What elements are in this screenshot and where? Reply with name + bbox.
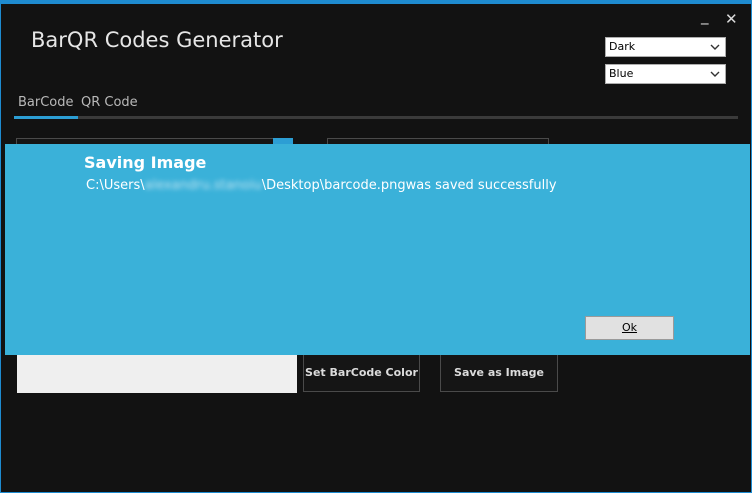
- set-barcode-color-button[interactable]: Set BarCode Color: [303, 353, 420, 392]
- tab-qrcode[interactable]: QR Code: [81, 95, 138, 110]
- tab-underline-track: [14, 116, 738, 119]
- message-path-prefix: C:\Users\: [86, 178, 145, 193]
- minimize-button[interactable]: _: [701, 9, 709, 24]
- message-username-blurred: alexandru.stanoiu: [144, 178, 262, 193]
- accent-select-value: Blue: [609, 67, 634, 80]
- tab-barcode[interactable]: BarCode: [18, 95, 74, 110]
- theme-select-value: Dark: [609, 40, 636, 53]
- tab-active-indicator: [14, 116, 78, 119]
- ok-button[interactable]: Ok: [585, 316, 674, 340]
- dialog-message: C:\Users\alexandru.stanoiu\Desktop\barco…: [86, 178, 557, 193]
- theme-select[interactable]: Dark: [605, 37, 726, 57]
- close-button[interactable]: ✕: [725, 12, 738, 27]
- saving-image-dialog: Saving Image C:\Users\alexandru.stanoiu\…: [5, 144, 750, 355]
- save-as-image-button[interactable]: Save as Image: [440, 353, 558, 392]
- dialog-title: Saving Image: [84, 153, 207, 172]
- chevron-down-icon: [710, 71, 720, 77]
- accent-select[interactable]: Blue: [605, 64, 726, 84]
- message-path-suffix: \Desktop\barcode.pngwas saved successful…: [261, 178, 557, 193]
- barcode-preview: [17, 353, 297, 393]
- app-title: BarQR Codes Generator: [31, 28, 283, 52]
- app-window: BarQR Codes Generator _ ✕ Dark Blue BarC…: [0, 0, 752, 493]
- ok-button-label: Ok: [621, 321, 638, 334]
- chevron-down-icon: [710, 44, 720, 50]
